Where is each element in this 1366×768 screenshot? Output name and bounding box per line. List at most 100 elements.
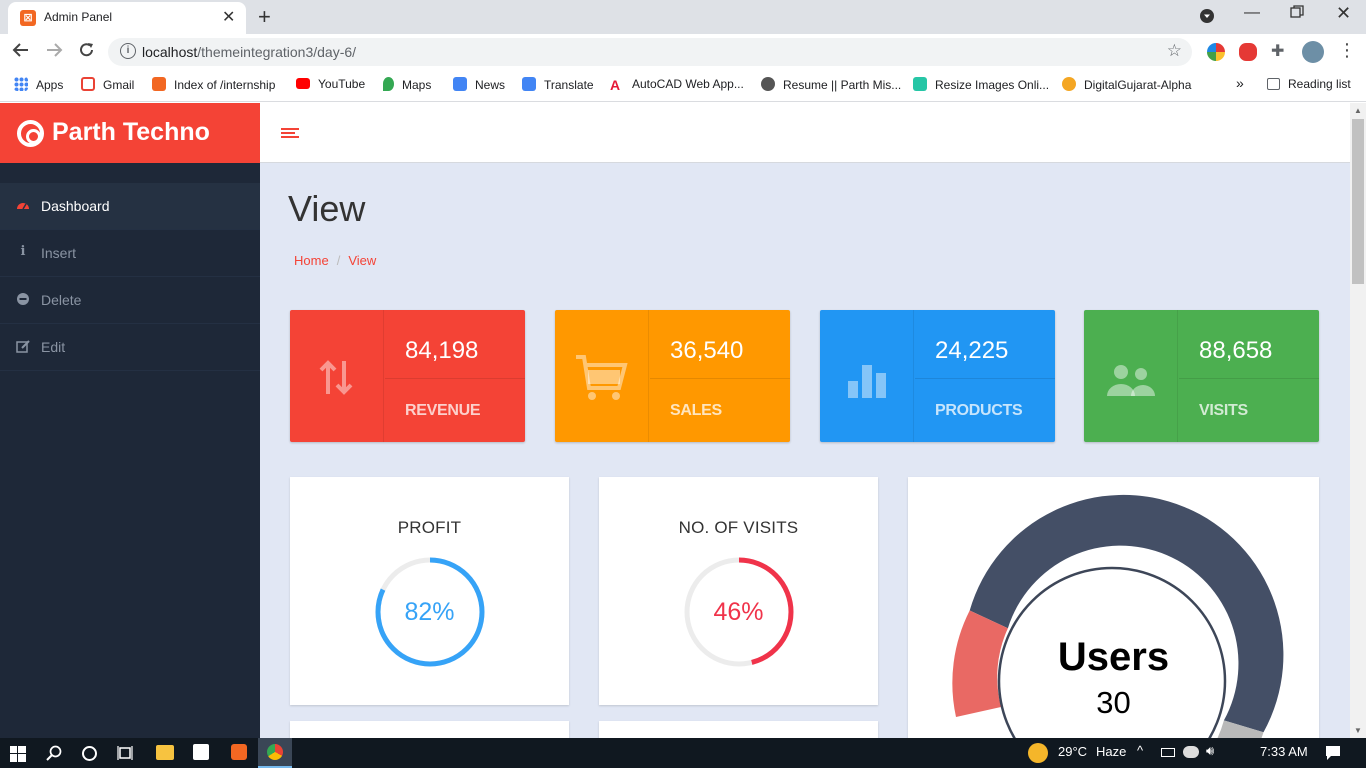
stat-label: SALES [670,402,722,419]
breadcrumb-current: View [348,253,377,268]
bookmark-star-icon[interactable]: ☆ [1167,41,1182,61]
xampp-icon [152,77,166,91]
breadcrumb: Home / View [294,253,376,268]
weather-icon[interactable] [1028,743,1048,763]
new-tab-button[interactable]: + [258,4,271,30]
bookmark-translate[interactable]: Translate [522,77,594,92]
bookmark-label: Index of /internship [174,78,276,92]
sidebar-item-label: Edit [41,339,66,355]
stat-card-sales[interactable]: 36,540 SALES [555,310,790,442]
apps-grid-icon [14,77,28,91]
color-extension-icon[interactable] [1207,43,1225,61]
bookmark-news[interactable]: News [453,77,505,92]
globe-icon [761,77,775,91]
bookmark-label: Resume || Parth Mis... [783,78,902,92]
task-view-icon[interactable] [117,745,133,764]
lower-card-1 [290,721,569,738]
translate-icon [522,77,536,91]
profile-avatar[interactable] [1302,41,1324,63]
stat-card-revenue[interactable]: 84,198 REVENUE [290,310,525,442]
show-hidden-icons-icon[interactable]: ^ [1137,743,1143,758]
resize-icon [913,77,927,91]
breadcrumb-separator: / [336,253,341,268]
restore-window-icon[interactable] [1290,5,1304,24]
visits-value: 46% [713,598,764,626]
search-icon[interactable] [46,745,62,764]
file-explorer-icon[interactable] [156,745,174,760]
stat-card-products[interactable]: 24,225 PRODUCTS [820,310,1055,442]
admin-page: Parth Techno Dashboard i Insert Delete E… [0,103,1350,738]
bookmark-resume[interactable]: Resume || Parth Mis... [761,77,901,92]
close-tab-icon[interactable]: ✕ [222,7,235,27]
chrome-menu-icon[interactable]: ⋮ [1338,40,1356,61]
reading-list-button[interactable]: Reading list [1267,77,1351,91]
bookmark-label: Apps [36,78,64,92]
hamburger-menu-icon[interactable] [281,128,299,140]
page-scrollbar[interactable]: ▲ ▼ [1350,103,1366,738]
adblock-extension-icon[interactable] [1239,43,1257,61]
bookmark-index-internship[interactable]: Index of /internship [152,77,275,92]
bookmark-label: Maps [402,78,432,92]
sidebar-item-insert[interactable]: i Insert [0,230,260,277]
top-navbar [260,103,1350,163]
breadcrumb-home-link[interactable]: Home [294,253,329,268]
weather-condition: Haze [1096,744,1127,759]
sidebar-item-dashboard[interactable]: Dashboard [0,183,260,230]
back-icon[interactable] [12,41,30,64]
volume-icon[interactable]: 🔊︎ [1206,743,1214,759]
cart-icon [555,310,649,442]
sidebar-item-edit[interactable]: Edit [0,324,260,371]
bookmark-gmail[interactable]: Gmail [81,77,134,92]
page-title: View [288,188,366,229]
bookmark-label: DigitalGujarat-Alpha [1084,78,1192,92]
cortana-icon[interactable] [82,746,97,761]
browser-tab-bar: ⊠ Admin Panel ✕ + — ✕ [0,0,1366,34]
gmail-icon [81,77,95,91]
stat-value: 84,198 [405,337,479,364]
dashboard-icon [16,198,30,212]
extensions-puzzle-icon[interactable]: ✚ [1271,41,1289,60]
minimize-window-icon[interactable]: — [1244,4,1260,22]
url-omnibox[interactable]: i localhost/themeintegration3/day-6/ ☆ [108,38,1192,66]
browser-tab[interactable]: ⊠ Admin Panel ✕ [8,2,246,34]
bookmark-label: Gmail [103,78,135,92]
stat-value: 36,540 [670,337,744,364]
action-center-icon[interactable] [1325,745,1341,764]
chrome-taskbar-button[interactable] [258,738,292,768]
scroll-down-icon[interactable]: ▼ [1354,726,1362,735]
network-icon[interactable] [1183,746,1199,758]
reload-icon[interactable] [78,41,96,64]
bar-chart-icon [820,310,914,442]
more-bookmarks-button[interactable]: » [1236,75,1244,91]
profit-title: PROFIT [397,518,462,537]
bookmark-resize-images[interactable]: Resize Images Onli... [913,77,1049,92]
scrollbar-thumb[interactable] [1352,119,1364,284]
bookmark-maps[interactable]: Maps [383,77,431,92]
bookmark-youtube[interactable]: YouTube [296,77,365,91]
bookmark-label: YouTube [318,77,366,91]
brand-header[interactable]: Parth Techno [0,103,260,163]
sidebar-item-delete[interactable]: Delete [0,277,260,324]
xampp-taskbar-icon[interactable] [231,744,247,760]
bookmark-label: Translate [544,78,594,92]
bookmark-apps[interactable]: Apps [14,77,63,92]
close-window-icon[interactable]: ✕ [1336,3,1351,24]
scroll-up-icon[interactable]: ▲ [1354,106,1362,115]
store-icon[interactable] [193,744,209,760]
minus-circle-icon [16,292,30,306]
battery-icon[interactable] [1161,748,1175,757]
digitalgujarat-icon [1062,77,1076,91]
profile-dropdown-icon[interactable] [1199,8,1215,29]
bookmark-digitalgujarat[interactable]: DigitalGujarat-Alpha [1062,77,1191,92]
stat-card-visits[interactable]: 88,658 VISITS [1084,310,1319,442]
site-info-icon[interactable]: i [120,43,136,59]
bookmark-label: AutoCAD Web App... [632,77,744,91]
bookmark-autocad[interactable]: A AutoCAD Web App... [610,77,744,93]
users-value: 30 [1096,685,1131,720]
profit-value: 82% [404,598,455,626]
browser-address-bar: i localhost/themeintegration3/day-6/ ☆ ✚… [0,34,1366,70]
stat-label: VISITS [1199,402,1248,419]
forward-icon[interactable] [45,41,63,64]
windows-start-icon[interactable] [10,746,26,765]
bookmark-label: News [475,78,506,92]
